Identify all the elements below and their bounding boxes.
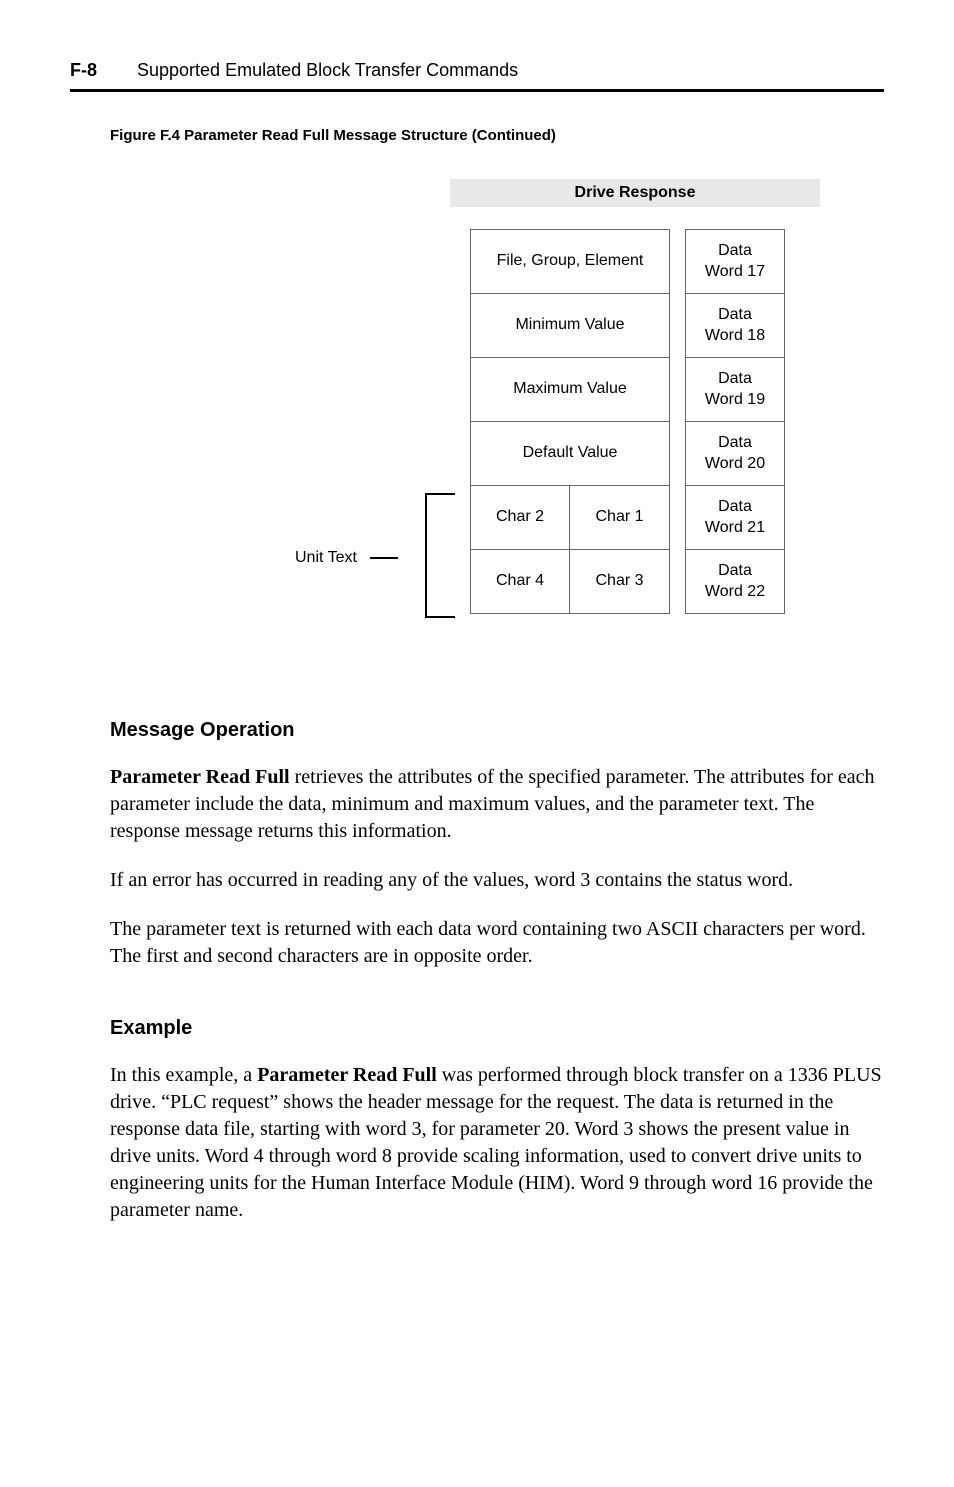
table-right-column: Data Word 17Data Word 18Data Word 19Data… [685,229,785,613]
table-cell: Char 4Char 3 [470,549,670,614]
bracket-icon [395,493,455,618]
table-cell: File, Group, Element [470,229,670,294]
unit-text-label: Unit Text [295,549,357,567]
section-heading-example: Example [110,1017,884,1040]
table-cell: Maximum Value [470,357,670,422]
page-header-title: Supported Emulated Block Transfer Comman… [137,60,518,81]
body-paragraph: Parameter Read Full retrieves the attrib… [110,764,884,845]
bold-term: Parameter Read Full [110,766,290,788]
table-left-column: File, Group, ElementMinimum ValueMaximum… [470,229,670,613]
page-header: F-8 Supported Emulated Block Transfer Co… [70,60,884,92]
table-cell: Data Word 20 [685,421,785,486]
figure-diagram: Drive Response File, Group, ElementMinim… [70,179,884,659]
table-cell-half: Char 2 [471,486,570,549]
table-cell: Data Word 17 [685,229,785,294]
figure-caption: Figure F.4 Parameter Read Full Message S… [110,127,884,144]
table-cell: Default Value [470,421,670,486]
table-cell: Minimum Value [470,293,670,358]
table-cell: Data Word 19 [685,357,785,422]
table-cell: Char 2Char 1 [470,485,670,550]
table-cell: Data Word 18 [685,293,785,358]
table-cell-half: Char 1 [570,486,669,549]
table-cell-half: Char 3 [570,550,669,613]
paragraph-text: was performed through block transfer on … [110,1064,882,1221]
table-cell-half: Char 4 [471,550,570,613]
connector-line [370,557,398,559]
body-paragraph: If an error has occurred in reading any … [110,867,884,894]
body-paragraph: The parameter text is returned with each… [110,916,884,970]
bold-term: Parameter Read Full [257,1064,437,1086]
table-cell: Data Word 22 [685,549,785,614]
drive-response-header: Drive Response [450,179,820,207]
paragraph-text: In this example, a [110,1064,257,1086]
table-cell: Data Word 21 [685,485,785,550]
page-number: F-8 [70,60,97,81]
section-heading-message-operation: Message Operation [110,719,884,742]
body-paragraph: In this example, a Parameter Read Full w… [110,1062,884,1224]
